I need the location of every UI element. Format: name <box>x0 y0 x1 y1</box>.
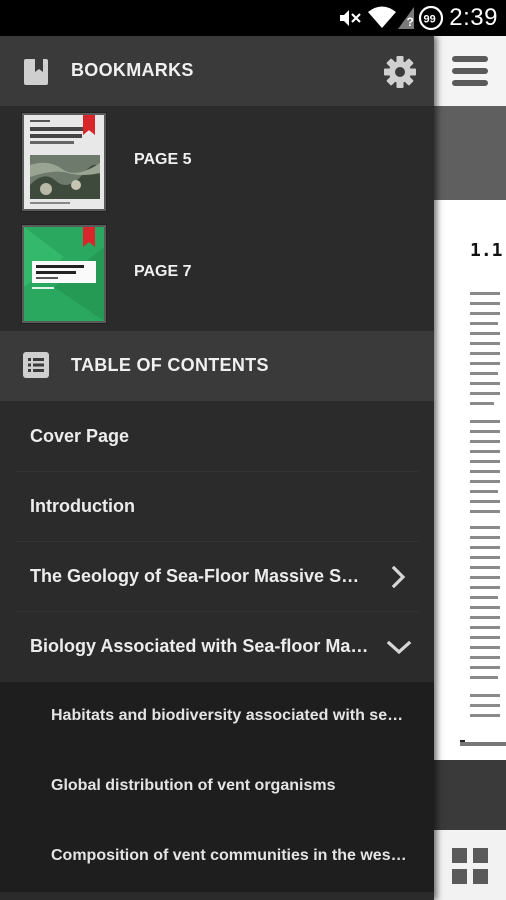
toc-subitem-label: Habitats and biodiversity associated wit… <box>51 707 411 724</box>
document-bottom-toolbar <box>434 830 506 900</box>
toc-header: TABLE OF CONTENTS <box>0 331 434 401</box>
toc-item-label: The Geology of Sea-Floor Massive Sulphid… <box>30 566 370 586</box>
signal-icon: ? <box>396 5 416 36</box>
document-page-gap <box>434 760 506 830</box>
toc-item-label: Cover Page <box>30 426 130 446</box>
toc-item-label: Biology Associated with Sea-floor Massiv… <box>30 636 370 656</box>
list-icon <box>22 351 50 384</box>
toc-item-cover-page[interactable]: Cover Page <box>0 402 434 472</box>
document-page[interactable]: 1.1 <box>434 200 506 760</box>
bookmarks-title: BOOKMARKS <box>71 60 194 80</box>
toc-item-introduction[interactable]: Introduction <box>0 472 434 542</box>
mute-icon <box>338 7 362 34</box>
bookmark-label: PAGE 5 <box>134 151 192 168</box>
bookmark-thumbnail <box>22 225 106 323</box>
document-heading: 1.1 <box>470 240 503 261</box>
document-panel[interactable]: 1.1 <box>434 36 506 900</box>
toc-subitem-habitats[interactable]: Habitats and biodiversity associated wit… <box>0 682 434 752</box>
chevron-right-icon[interactable] <box>386 565 410 594</box>
toc-subitem-label: Global distribution of vent organisms <box>51 777 336 794</box>
toc-subitem-label: Composition of vent communities in the w… <box>51 847 411 864</box>
bookmarks-header: BOOKMARKS <box>0 36 434 106</box>
toc-subitem-composition[interactable]: Composition of vent communities in the w… <box>0 822 434 892</box>
bookmark-label: PAGE 7 <box>134 263 192 280</box>
battery-level: 99 <box>424 14 436 26</box>
toc-item-biology[interactable]: Biology Associated with Sea-floor Massiv… <box>0 612 434 682</box>
toc-item-geology[interactable]: The Geology of Sea-Floor Massive Sulphid… <box>0 542 434 612</box>
bookmark-icon <box>22 58 50 91</box>
battery-icon: 99 <box>418 5 444 36</box>
toc-subitem-global-distribution[interactable]: Global distribution of vent organisms <box>0 752 434 822</box>
svg-text:?: ? <box>407 15 414 29</box>
navigation-drawer: BOOKMARKS PAGE 5 PAGE 7 TABLE OF CONTENT… <box>0 36 434 900</box>
document-toolbar <box>434 36 506 106</box>
status-bar: ? 99 2:39 <box>0 0 506 36</box>
bookmark-thumbnail <box>22 113 106 211</box>
menu-icon[interactable] <box>450 51 490 96</box>
wifi-icon <box>367 4 397 35</box>
toc-title: TABLE OF CONTENTS <box>71 355 269 375</box>
grid-view-icon[interactable] <box>450 846 490 891</box>
bookmark-item-page-5[interactable]: PAGE 5 <box>0 106 434 218</box>
document-header-bar <box>434 106 506 200</box>
chevron-down-icon[interactable] <box>386 635 412 664</box>
bookmark-item-page-7[interactable]: PAGE 7 <box>0 218 434 330</box>
document-footer <box>460 742 506 746</box>
settings-button[interactable] <box>380 52 420 92</box>
gear-icon <box>384 56 416 88</box>
toc-item-label: Introduction <box>30 496 135 516</box>
status-time: 2:39 <box>449 4 498 31</box>
